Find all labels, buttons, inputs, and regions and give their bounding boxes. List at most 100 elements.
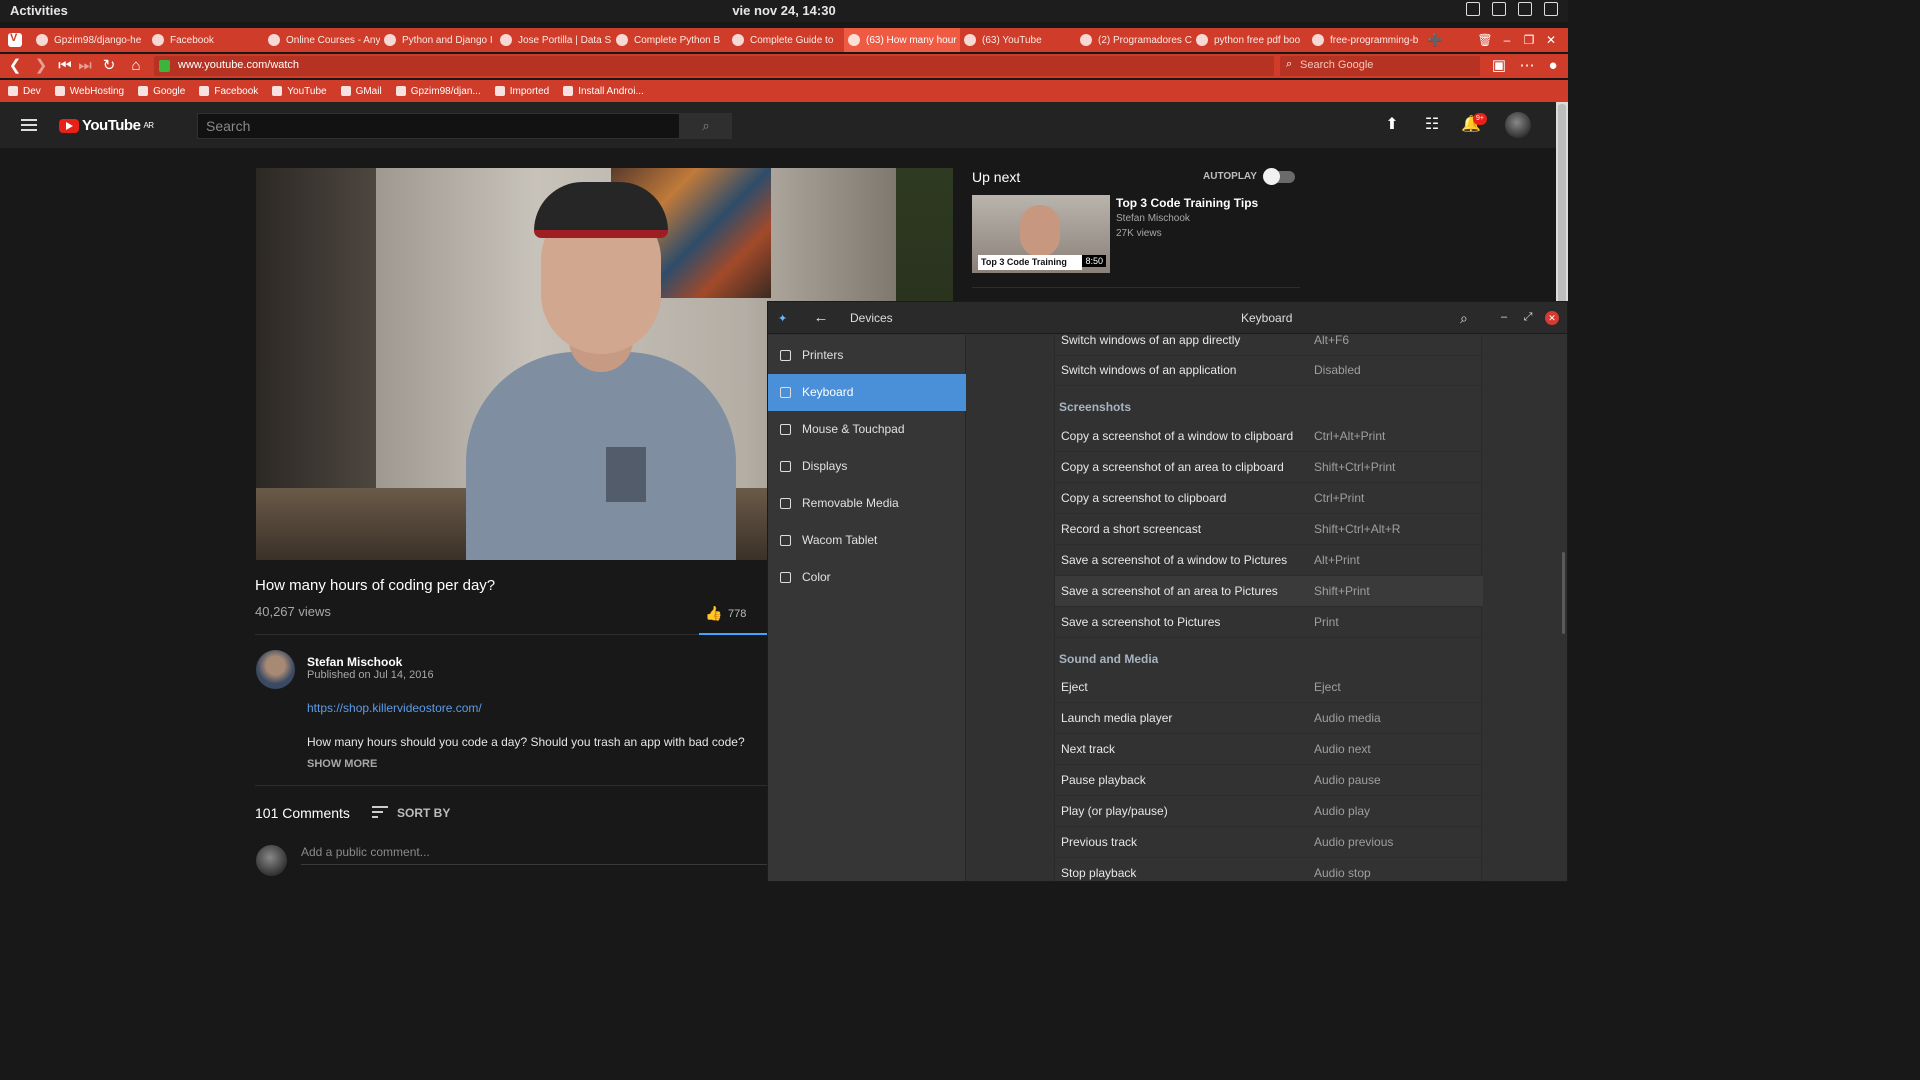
browser-tab[interactable]: Jose Portilla | Data S: [496, 28, 612, 52]
url-field[interactable]: www.youtube.com/watch: [154, 56, 1274, 76]
sidebar-item-wacom-tablet[interactable]: Wacom Tablet: [768, 522, 966, 559]
profile-icon[interactable]: ●: [1544, 57, 1562, 75]
close-icon[interactable]: ✕: [1545, 311, 1559, 325]
extension-icon[interactable]: ▣: [1490, 57, 1508, 75]
shortcut-row[interactable]: Switch windows of an app directly Alt+F6: [1055, 325, 1483, 356]
shortcut-row[interactable]: Launch media player Audio media: [1055, 703, 1483, 734]
back-icon[interactable]: ❮: [6, 57, 24, 75]
shortcut-row[interactable]: Save a screenshot of a window to Picture…: [1055, 545, 1483, 576]
menu-dots-icon[interactable]: ⋯: [1518, 57, 1536, 75]
youtube-logo[interactable]: YouTube AR: [59, 117, 154, 134]
reload-icon[interactable]: ↻: [100, 57, 118, 75]
screen-icon[interactable]: [1466, 2, 1480, 16]
maximize-icon[interactable]: ⤢: [1521, 310, 1535, 324]
settings-scrollbar[interactable]: [1562, 552, 1565, 634]
web-search-input[interactable]: Search Google: [1280, 56, 1480, 76]
browser-tab[interactable]: Complete Python B: [612, 28, 728, 52]
toggle-knob[interactable]: [1263, 168, 1280, 185]
maximize-icon[interactable]: ❐: [1518, 28, 1540, 52]
back-arrow-icon[interactable]: ←: [812, 309, 830, 327]
sidebar-item-color[interactable]: Color: [768, 559, 966, 596]
browser-tab[interactable]: Gpzim98/django-he: [32, 28, 148, 52]
url-text[interactable]: www.youtube.com/watch: [178, 59, 299, 71]
bookmark-item[interactable]: Google: [138, 86, 185, 97]
sidebar-item-removable-media[interactable]: Removable Media: [768, 485, 966, 522]
browser-tab[interactable]: Online Courses - Any: [264, 28, 380, 52]
minimize-icon[interactable]: –: [1497, 310, 1511, 324]
printer-icon: [780, 350, 791, 361]
power-icon[interactable]: [1518, 2, 1532, 16]
apps-grid-icon[interactable]: ☷: [1421, 114, 1443, 136]
system-tray[interactable]: [1466, 2, 1558, 16]
shortcut-row[interactable]: Record a short screencast Shift+Ctrl+Alt+…: [1055, 514, 1483, 545]
home-icon[interactable]: ⌂: [127, 57, 145, 75]
browser-tab[interactable]: python free pdf boo: [1192, 28, 1308, 52]
sidebar-item-keyboard[interactable]: Keyboard: [768, 374, 966, 411]
bookmark-item[interactable]: Imported: [494, 86, 549, 97]
up-next-thumbnail[interactable]: Top 3 Code Training 8:50: [972, 195, 1110, 273]
browser-tab-bar: Gpzim98/django-he Facebook Online Course…: [0, 28, 1568, 52]
browser-tab[interactable]: (2) Programadores C: [1076, 28, 1192, 52]
close-icon[interactable]: ✕: [1540, 28, 1562, 52]
autoplay-toggle[interactable]: [1263, 168, 1295, 185]
shortcut-row[interactable]: Play (or play/pause) Audio play: [1055, 796, 1483, 827]
shortcut-row[interactable]: Copy a screenshot of an area to clipboar…: [1055, 452, 1483, 483]
usb-drive-icon: [780, 498, 791, 509]
browser-tab[interactable]: Facebook: [148, 28, 264, 52]
bookmark-item[interactable]: GMail: [340, 86, 382, 97]
volume-icon[interactable]: [1492, 2, 1506, 16]
minimize-icon[interactable]: –: [1496, 28, 1518, 52]
vivaldi-menu-icon[interactable]: [8, 32, 22, 47]
bookmark-item[interactable]: WebHosting: [54, 86, 124, 97]
description-link[interactable]: https://shop.killervideostore.com/: [307, 701, 482, 715]
forward-icon[interactable]: ❯: [32, 57, 50, 75]
shortcut-row[interactable]: Save a screenshot to Pictures Print: [1055, 607, 1483, 638]
shortcut-row[interactable]: Save a screenshot of an area to Pictures…: [1055, 576, 1483, 607]
sidebar-item-mouse-touchpad[interactable]: Mouse & Touchpad: [768, 411, 966, 448]
video-duration: 8:50: [1082, 255, 1106, 267]
bookmark-item[interactable]: YouTube: [272, 86, 327, 97]
sidebar-item-displays[interactable]: Displays: [768, 448, 966, 485]
browser-tab[interactable]: Python and Django I: [380, 28, 496, 52]
new-tab-icon[interactable]: ➕: [1424, 28, 1446, 52]
browser-tab[interactable]: free-programming-b: [1308, 28, 1424, 52]
shortcut-row[interactable]: Eject Eject: [1055, 672, 1483, 703]
channel-name[interactable]: Stefan Mischook: [307, 655, 402, 669]
display-icon: [780, 461, 791, 472]
thumbs-up-icon[interactable]: 👍: [705, 605, 722, 621]
shortcut-row[interactable]: Copy a screenshot of a window to clipboa…: [1055, 421, 1483, 452]
hamburger-menu-icon[interactable]: [21, 119, 37, 131]
clock[interactable]: vie nov 24, 14:30: [0, 3, 1568, 18]
account-avatar[interactable]: [1505, 112, 1531, 138]
fast-forward-icon[interactable]: ⏭: [76, 57, 94, 75]
search-icon[interactable]: ⌕: [1460, 310, 1476, 326]
trash-icon[interactable]: 🗑: [1474, 28, 1496, 52]
show-more-button[interactable]: SHOW MORE: [307, 758, 377, 770]
bookmark-item[interactable]: Gpzim98/djan...: [395, 86, 481, 97]
sort-icon[interactable]: [372, 806, 388, 820]
chevron-down-icon[interactable]: [1544, 2, 1558, 16]
shortcut-row[interactable]: Previous track Audio previous: [1055, 827, 1483, 858]
sort-by-button[interactable]: SORT BY: [397, 806, 450, 820]
address-bar-row: ❮ ❯ ⏮ ⏭ ↻ ⌂ www.youtube.com/watch Search…: [0, 54, 1568, 78]
browser-tab-active[interactable]: (63) How many hour: [844, 28, 960, 52]
shortcut-row[interactable]: Stop playback Audio stop: [1055, 858, 1483, 881]
bookmark-item[interactable]: Facebook: [199, 86, 258, 97]
shortcut-row[interactable]: Next track Audio next: [1055, 734, 1483, 765]
bookmark-item[interactable]: Install Androi...: [563, 86, 644, 97]
up-next-title[interactable]: Top 3 Code Training Tips: [1116, 196, 1258, 210]
browser-tab[interactable]: Complete Guide to: [728, 28, 844, 52]
channel-avatar[interactable]: [256, 650, 295, 689]
upload-icon[interactable]: ⬆: [1381, 114, 1403, 136]
shortcut-row[interactable]: Pause playback Audio pause: [1055, 765, 1483, 796]
published-date: Published on Jul 14, 2016: [307, 669, 434, 681]
comment-input[interactable]: Add a public comment...: [301, 845, 767, 865]
rewind-icon[interactable]: ⏮: [56, 57, 74, 75]
search-icon[interactable]: ⌕: [680, 113, 732, 139]
youtube-search-input[interactable]: Search: [197, 113, 680, 139]
shortcut-row[interactable]: Switch windows of an application Disabled: [1055, 355, 1483, 386]
sidebar-item-printers[interactable]: Printers: [768, 337, 966, 374]
browser-tab[interactable]: (63) YouTube: [960, 28, 1076, 52]
shortcut-row[interactable]: Copy a screenshot to clipboard Ctrl+Print: [1055, 483, 1483, 514]
bookmark-item[interactable]: Dev: [8, 86, 41, 97]
